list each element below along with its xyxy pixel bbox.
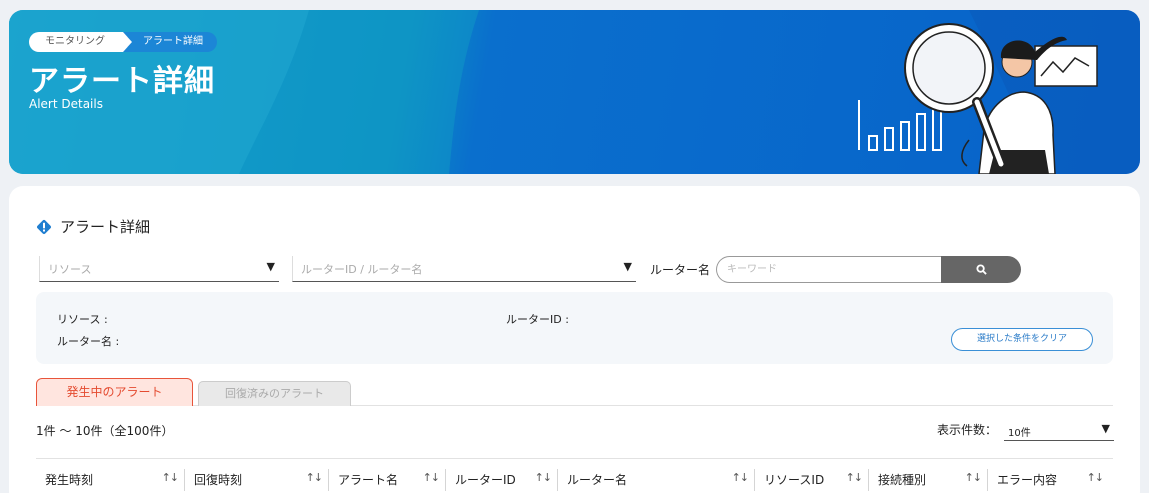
- analyst-illustration: [858, 23, 1098, 174]
- per-page-label: 表示件数：: [937, 423, 998, 437]
- chevron-down-icon: ▼: [266, 260, 275, 273]
- resource-select-placeholder: リソース: [48, 263, 92, 276]
- column-label: エラー内容: [997, 473, 1058, 487]
- sort-icon[interactable]: ↑↓: [732, 471, 749, 484]
- column-router-id[interactable]: ルーターID ↑↓: [445, 469, 557, 491]
- per-page-select[interactable]: 10件 ▼: [1004, 419, 1114, 441]
- condition-router-id: ルーターID :: [506, 313, 569, 326]
- chevron-down-icon: ▼: [1101, 422, 1110, 435]
- filter-bar: リソース ▼ ルーターID / ルーター名 ▼ ルーター名: [36, 256, 1036, 283]
- alert-details-card: アラート詳細 リソース ▼ ルーターID / ルーター名 ▼ ルーター名 リソー…: [9, 186, 1140, 493]
- per-page-value: 10件: [1008, 428, 1031, 439]
- sort-icon[interactable]: ↑↓: [423, 471, 440, 484]
- search-icon: [975, 264, 987, 275]
- column-label: ルーターID: [455, 473, 516, 487]
- sort-icon[interactable]: ↑↓: [1087, 471, 1104, 484]
- sort-icon[interactable]: ↑↓: [306, 471, 323, 484]
- column-label: 回復時刻: [194, 473, 243, 487]
- result-count: 1件 ～ 10件（全100件）: [36, 424, 174, 438]
- column-recovered-time[interactable]: 回復時刻 ↑↓: [184, 469, 328, 491]
- table-header: 発生時刻 ↑↓ 回復時刻 ↑↓ アラート名 ↑↓ ルーターID ↑↓ ルーター名…: [36, 458, 1113, 493]
- column-router-name[interactable]: ルーター名 ↑↓: [557, 469, 754, 491]
- column-resource-id[interactable]: リソースID ↑↓: [754, 469, 868, 491]
- column-label: 発生時刻: [45, 473, 94, 487]
- page-banner: モニタリング アラート詳細 アラート詳細 Alert Details: [9, 10, 1140, 174]
- section-title: アラート詳細: [60, 218, 151, 236]
- breadcrumb: モニタリング アラート詳細: [29, 32, 217, 52]
- column-occurred-time[interactable]: 発生時刻 ↑↓: [36, 469, 184, 491]
- search-button[interactable]: [941, 256, 1021, 283]
- router-name-label: ルーター名: [650, 263, 711, 277]
- column-connection-type[interactable]: 接続種別 ↑↓: [868, 469, 987, 491]
- router-id-select[interactable]: ルーターID / ルーター名 ▼: [292, 256, 636, 282]
- sort-icon[interactable]: ↑↓: [846, 471, 863, 484]
- column-label: アラート名: [338, 473, 399, 487]
- alert-tabs: 発生中のアラート 回復済みのアラート: [36, 378, 1113, 406]
- page-title: アラート詳細: [29, 64, 215, 99]
- condition-resource: リソース :: [57, 313, 108, 326]
- breadcrumb-item-current: アラート詳細: [123, 32, 217, 52]
- router-id-select-placeholder: ルーターID / ルーター名: [301, 263, 423, 276]
- column-label: リソースID: [764, 473, 825, 487]
- keyword-input[interactable]: [717, 257, 942, 282]
- alert-info-icon: [37, 219, 51, 234]
- tab-active-alerts[interactable]: 発生中のアラート: [36, 378, 193, 406]
- selected-conditions: リソース : ルーターID : ルーター名 : 選択した条件をクリア: [36, 292, 1113, 364]
- condition-router-name: ルーター名 :: [57, 335, 120, 348]
- column-alert-name[interactable]: アラート名 ↑↓: [328, 469, 445, 491]
- sort-icon[interactable]: ↑↓: [965, 471, 982, 484]
- clear-conditions-button[interactable]: 選択した条件をクリア: [951, 328, 1093, 351]
- column-label: ルーター名: [567, 473, 628, 487]
- breadcrumb-item-monitoring[interactable]: モニタリング: [29, 32, 132, 52]
- section-header: アラート詳細: [36, 216, 150, 237]
- sort-icon[interactable]: ↑↓: [162, 471, 179, 484]
- tab-recovered-alerts[interactable]: 回復済みのアラート: [198, 381, 351, 406]
- column-label: 接続種別: [878, 473, 927, 487]
- resource-select[interactable]: リソース ▼: [39, 256, 279, 282]
- chevron-down-icon: ▼: [623, 260, 632, 273]
- page-subtitle: Alert Details: [29, 97, 103, 111]
- keyword-field: [716, 256, 942, 283]
- column-error-content[interactable]: エラー内容 ↑↓: [987, 469, 1109, 491]
- sort-icon[interactable]: ↑↓: [535, 471, 552, 484]
